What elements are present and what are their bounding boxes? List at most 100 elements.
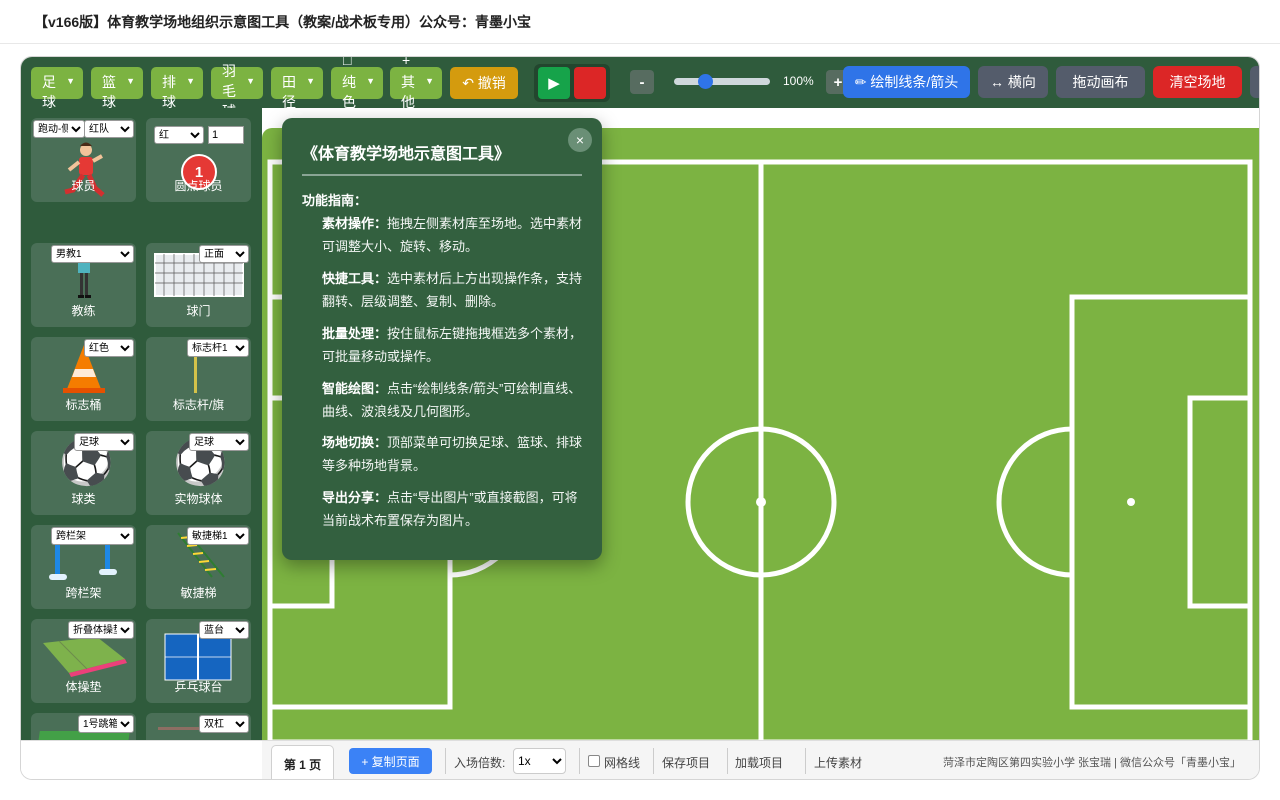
chevron-down-icon: ▼: [186, 76, 195, 86]
save-project-button[interactable]: 保存项目: [662, 754, 710, 771]
divider: [727, 748, 728, 774]
ball-type-select[interactable]: 足球: [74, 433, 134, 451]
sport-plain-color-button[interactable]: □ 纯色 ▼: [331, 57, 383, 110]
guide-item-head: 快捷工具：: [322, 271, 388, 286]
asset-tile-cone[interactable]: 红色 标志桶: [31, 337, 136, 421]
header-divider: [0, 43, 1280, 44]
chevron-down-icon: ▼: [366, 76, 375, 86]
guide-item: 场地切换：顶部菜单可切换足球、篮球、排球等多种场地背景。: [322, 431, 584, 477]
asset-tile-marker-pole[interactable]: 标志杆1 标志杆/旗: [146, 337, 251, 421]
hurdle-select[interactable]: 跨栏架: [51, 527, 134, 545]
table-tennis-table-icon: [164, 633, 232, 681]
asset-tile-coach[interactable]: 男教1 教练: [31, 243, 136, 327]
hurdle-icon: [49, 545, 117, 580]
asset-label: 标志桶: [65, 398, 102, 412]
asset-tile-parallel-bars[interactable]: 双杠: [146, 713, 251, 740]
asset-label: 实物球体: [174, 492, 223, 506]
sport-label: 足球: [42, 74, 56, 110]
chevron-down-icon: ▼: [126, 76, 135, 86]
asset-tile-agility-ladder[interactable]: 敏捷梯1 敏捷梯: [146, 525, 251, 609]
goal-view-select[interactable]: 正面: [199, 245, 249, 263]
speed-label: 入场倍数:: [454, 756, 506, 770]
cone-color-select[interactable]: 红色: [84, 339, 134, 357]
player-pose-select[interactable]: 跑动-侧: [33, 120, 85, 138]
asset-tile-dot-player[interactable]: 红 1 圆点球员: [146, 118, 251, 202]
orientation-button[interactable]: ↔ 横向: [978, 66, 1048, 98]
asset-label: 球员: [71, 179, 96, 193]
grid-label: 网格线: [604, 756, 641, 770]
sport-volleyball-button[interactable]: 排球 ▼: [151, 67, 203, 110]
draw-lines-button[interactable]: ✏ 绘制线条/箭头: [843, 66, 970, 98]
sport-label: 纯色: [342, 74, 356, 110]
table-color-select[interactable]: 蓝台: [199, 621, 249, 639]
speed-select[interactable]: 1x: [513, 748, 566, 774]
asset-tile-vault-box[interactable]: 1号跳箱: [31, 713, 136, 740]
gym-mat-select[interactable]: 折叠体操垫: [68, 621, 134, 639]
parallel-bars-select[interactable]: 双杠: [199, 715, 249, 733]
play-icon: ▶: [548, 75, 560, 92]
vault-box-select[interactable]: 1号跳箱: [78, 715, 134, 733]
player-team-select[interactable]: 红队: [84, 120, 134, 138]
zoom-slider[interactable]: [674, 74, 770, 89]
zoom-out-button[interactable]: -: [630, 70, 654, 94]
asset-tile-player[interactable]: 跑动-侧 红队 球员: [31, 118, 136, 202]
more-button[interactable]: [1250, 66, 1259, 98]
sport-basketball-button[interactable]: 篮球 ▼: [91, 67, 143, 110]
asset-tile-hurdle[interactable]: 跨栏架 跨栏架: [31, 525, 136, 609]
square-icon: □: [343, 56, 352, 68]
asset-label: 乒乓球台: [174, 680, 223, 694]
play-button[interactable]: ▶: [538, 67, 570, 99]
dot-number-input[interactable]: [208, 126, 244, 144]
marker-pole-select[interactable]: 标志杆1: [187, 339, 249, 357]
asset-tile-ball[interactable]: ⚽ 足球 球类: [31, 431, 136, 515]
asset-library: 跑动-侧 红队 球员 红 1 圆点球员 男教1 教练: [21, 108, 262, 740]
asset-label: 标志杆/旗: [172, 398, 225, 412]
guide-item-head: 导出分享：: [322, 490, 388, 505]
app-window: 足球 ▼ 篮球 ▼ 排球 ▼ 羽毛球 ▼ 田径 ▼ □ 纯色 ▼ +: [20, 56, 1260, 780]
player-figure-icon: [64, 142, 105, 197]
bottom-bar: 第 1 页 + 复制页面 入场倍数: 1x 网格线 保存项目 加载项目 上传素材…: [21, 740, 1259, 779]
guide-item: 导出分享：点击“导出图片”或直接截图，可将当前战术布置保存为图片。: [322, 486, 584, 532]
guide-item-head: 场地切换：: [322, 435, 388, 450]
zoom-icon: [661, 75, 667, 89]
guide-item: 快捷工具：选中素材后上方出现操作条，支持翻转、层级调整、复制、删除。: [322, 267, 584, 313]
sport-other-button[interactable]: + 其他 ▼: [390, 57, 442, 110]
page-title: 【v166版】体育教学场地组织示意图工具（教案/战术板专用）公众号：青墨小宝: [34, 14, 532, 30]
drag-canvas-button[interactable]: 拖动画布: [1056, 66, 1145, 98]
asset-tile-goal[interactable]: 正面 球门: [146, 243, 251, 327]
sport-label: 篮球: [102, 74, 116, 110]
divider: [445, 748, 446, 774]
undo-button[interactable]: ↶ 撤销: [450, 67, 518, 99]
guide-item-head: 智能绘图：: [322, 381, 388, 396]
grid-checkbox[interactable]: [588, 755, 600, 767]
sport-track-button[interactable]: 田径 ▼: [271, 67, 323, 110]
guide-heading: 功能指南：: [302, 193, 368, 208]
upload-asset-button[interactable]: 上传素材: [814, 754, 862, 771]
sport-football-button[interactable]: 足球 ▼: [31, 67, 83, 110]
zoom-slider-thumb[interactable]: [698, 74, 714, 89]
asset-tile-table-tennis[interactable]: 蓝台 乒乓球台: [146, 619, 251, 703]
copy-page-button[interactable]: + 复制页面: [349, 748, 432, 774]
stop-button[interactable]: [574, 67, 606, 99]
zoom-level: 100%: [783, 74, 814, 88]
asset-label: 球类: [71, 492, 96, 506]
load-project-button[interactable]: 加载项目: [735, 754, 783, 771]
chevron-down-icon: ▼: [425, 76, 434, 86]
asset-tile-real-ball[interactable]: ⚽ 足球 实物球体: [146, 431, 251, 515]
agility-ladder-select[interactable]: 敏捷梯1: [187, 527, 249, 545]
guide-item: 批量处理：按住鼠标左键拖拽框选多个素材，可批量移动或操作。: [322, 322, 584, 368]
clear-field-button[interactable]: 清空场地: [1153, 66, 1242, 98]
gym-mat-icon: [43, 637, 127, 677]
close-button[interactable]: ×: [568, 128, 592, 152]
real-ball-select[interactable]: 足球: [189, 433, 249, 451]
asset-label: 体操垫: [65, 680, 102, 694]
dot-color-select[interactable]: 红: [154, 126, 204, 144]
coach-select[interactable]: 男教1: [51, 245, 134, 263]
page-tab-1[interactable]: 第 1 页: [271, 745, 334, 779]
guide-item-head: 批量处理：: [322, 326, 388, 341]
asset-tile-gym-mat[interactable]: 折叠体操垫 体操垫: [31, 619, 136, 703]
dialog-title: 《体育教学场地示意图工具》: [302, 146, 511, 163]
sport-badminton-button[interactable]: 羽毛球 ▼: [211, 63, 263, 119]
divider: [579, 748, 580, 774]
asset-label: 跨栏架: [65, 586, 102, 600]
